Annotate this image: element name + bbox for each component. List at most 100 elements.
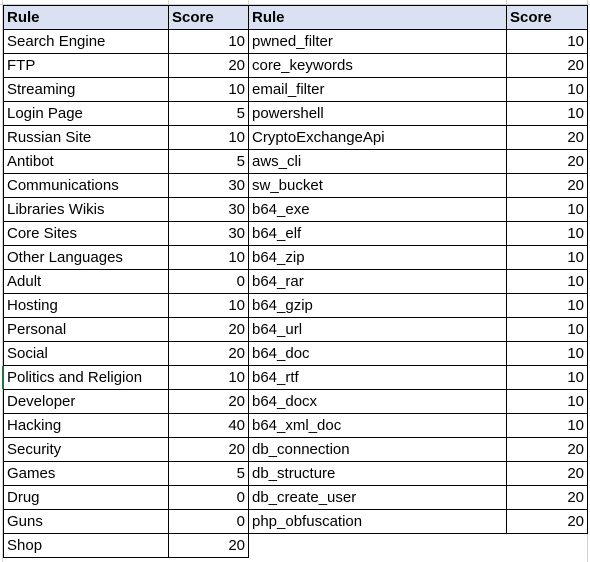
rule-cell[interactable]: b64_rtf — [248, 365, 507, 390]
table-header-row: Rule Score — [3, 5, 249, 30]
score-cell[interactable]: 5 — [168, 149, 249, 174]
rule-cell[interactable]: Antibot — [3, 149, 169, 174]
rule-cell[interactable]: Libraries Wikis — [3, 197, 169, 222]
score-cell[interactable]: 20 — [506, 437, 588, 462]
score-column-header[interactable]: Score — [506, 5, 588, 30]
rule-cell[interactable]: powershell — [248, 101, 507, 126]
table-header-row: Rule Score — [248, 5, 588, 30]
rule-column-header[interactable]: Rule — [3, 5, 169, 30]
rule-cell[interactable]: Communications — [3, 173, 169, 198]
rule-cell[interactable]: Guns — [3, 509, 169, 534]
score-cell[interactable]: 0 — [168, 509, 249, 534]
score-cell[interactable]: 20 — [168, 53, 249, 78]
rule-cell[interactable]: b64_exe — [248, 197, 507, 222]
rule-cell[interactable]: Adult — [3, 269, 169, 294]
score-cell[interactable]: 30 — [168, 197, 249, 222]
score-cell[interactable]: 10 — [168, 365, 249, 390]
score-cell[interactable]: 20 — [168, 389, 249, 414]
spreadsheet: Rule Score Search Engine 10 FTP 20 Streaming… — [0, 0, 590, 562]
score-cell[interactable]: 10 — [506, 197, 588, 222]
rule-cell[interactable]: Politics and Religion — [3, 365, 169, 390]
table-row: b64_exe 10 — [248, 197, 588, 222]
rule-cell[interactable]: Drug — [3, 485, 169, 510]
rule-column-header[interactable]: Rule — [248, 5, 507, 30]
score-cell[interactable]: 10 — [506, 245, 588, 270]
rule-cell[interactable]: b64_url — [248, 317, 507, 342]
rule-cell[interactable]: b64_doc — [248, 341, 507, 366]
score-cell[interactable]: 20 — [506, 509, 588, 534]
score-cell[interactable]: 20 — [506, 125, 588, 150]
rule-cell[interactable]: php_obfuscation — [248, 509, 507, 534]
score-cell[interactable]: 10 — [168, 125, 249, 150]
rule-cell[interactable]: Developer — [3, 389, 169, 414]
score-cell[interactable]: 40 — [168, 413, 249, 438]
score-cell[interactable]: 10 — [506, 77, 588, 102]
score-cell[interactable]: 20 — [168, 317, 249, 342]
score-cell[interactable]: 10 — [506, 317, 588, 342]
score-cell[interactable]: 20 — [168, 341, 249, 366]
rule-cell[interactable]: Other Languages — [3, 245, 169, 270]
rule-cell[interactable]: b64_gzip — [248, 293, 507, 318]
rule-cell[interactable]: Hosting — [3, 293, 169, 318]
score-cell[interactable]: 10 — [506, 365, 588, 390]
rule-cell[interactable]: b64_zip — [248, 245, 507, 270]
rule-cell[interactable]: Core Sites — [3, 221, 169, 246]
rule-cell[interactable]: Search Engine — [3, 29, 169, 54]
rule-cell[interactable]: email_filter — [248, 77, 507, 102]
rule-cell[interactable]: core_keywords — [248, 53, 507, 78]
rule-cell[interactable]: sw_bucket — [248, 173, 507, 198]
score-cell[interactable]: 20 — [168, 533, 249, 558]
score-cell[interactable]: 10 — [168, 77, 249, 102]
rule-cell[interactable]: aws_cli — [248, 149, 507, 174]
rule-cell[interactable]: db_connection — [248, 437, 507, 462]
score-cell[interactable]: 20 — [168, 437, 249, 462]
table-row: b64_rtf 10 — [248, 365, 588, 390]
score-cell[interactable]: 10 — [506, 221, 588, 246]
table-row: Russian Site 10 — [3, 125, 249, 150]
score-cell[interactable]: 10 — [168, 245, 249, 270]
rule-cell[interactable]: Social — [3, 341, 169, 366]
rule-cell[interactable]: db_create_user — [248, 485, 507, 510]
score-cell[interactable]: 10 — [506, 293, 588, 318]
score-cell[interactable]: 20 — [506, 461, 588, 486]
score-cell[interactable]: 20 — [506, 485, 588, 510]
rule-cell[interactable]: b64_docx — [248, 389, 507, 414]
score-cell[interactable]: 10 — [506, 269, 588, 294]
rule-cell[interactable]: Streaming — [3, 77, 169, 102]
rule-cell[interactable]: b64_rar — [248, 269, 507, 294]
rule-cell[interactable]: CryptoExchangeApi — [248, 125, 507, 150]
score-cell[interactable]: 30 — [168, 221, 249, 246]
rule-cell[interactable]: b64_xml_doc — [248, 413, 507, 438]
rule-cell[interactable]: Hacking — [3, 413, 169, 438]
score-column-header[interactable]: Score — [168, 5, 249, 30]
rule-cell[interactable]: Personal — [3, 317, 169, 342]
table-row: Security 20 — [3, 437, 249, 462]
rule-cell[interactable]: pwned_filter — [248, 29, 507, 54]
score-cell[interactable]: 10 — [168, 293, 249, 318]
rule-cell[interactable]: b64_elf — [248, 221, 507, 246]
rule-cell[interactable]: Russian Site — [3, 125, 169, 150]
score-cell[interactable]: 10 — [506, 341, 588, 366]
rule-cell[interactable]: Login Page — [3, 101, 169, 126]
score-cell[interactable]: 30 — [168, 173, 249, 198]
table-row: b64_url 10 — [248, 317, 588, 342]
score-cell[interactable]: 10 — [506, 29, 588, 54]
score-cell[interactable]: 0 — [168, 269, 249, 294]
rule-cell[interactable]: Games — [3, 461, 169, 486]
score-cell[interactable]: 5 — [168, 461, 249, 486]
score-cell[interactable]: 20 — [506, 149, 588, 174]
rule-cell[interactable]: db_structure — [248, 461, 507, 486]
score-cell[interactable]: 20 — [506, 53, 588, 78]
score-cell[interactable]: 20 — [506, 173, 588, 198]
score-cell[interactable]: 5 — [168, 101, 249, 126]
table-row: aws_cli 20 — [248, 149, 588, 174]
rule-cell[interactable]: Security — [3, 437, 169, 462]
rule-cell[interactable]: Shop — [3, 533, 169, 558]
table-row: sw_bucket 20 — [248, 173, 588, 198]
score-cell[interactable]: 10 — [506, 389, 588, 414]
score-cell[interactable]: 0 — [168, 485, 249, 510]
score-cell[interactable]: 10 — [506, 101, 588, 126]
score-cell[interactable]: 10 — [506, 413, 588, 438]
rule-cell[interactable]: FTP — [3, 53, 169, 78]
score-cell[interactable]: 10 — [168, 29, 249, 54]
